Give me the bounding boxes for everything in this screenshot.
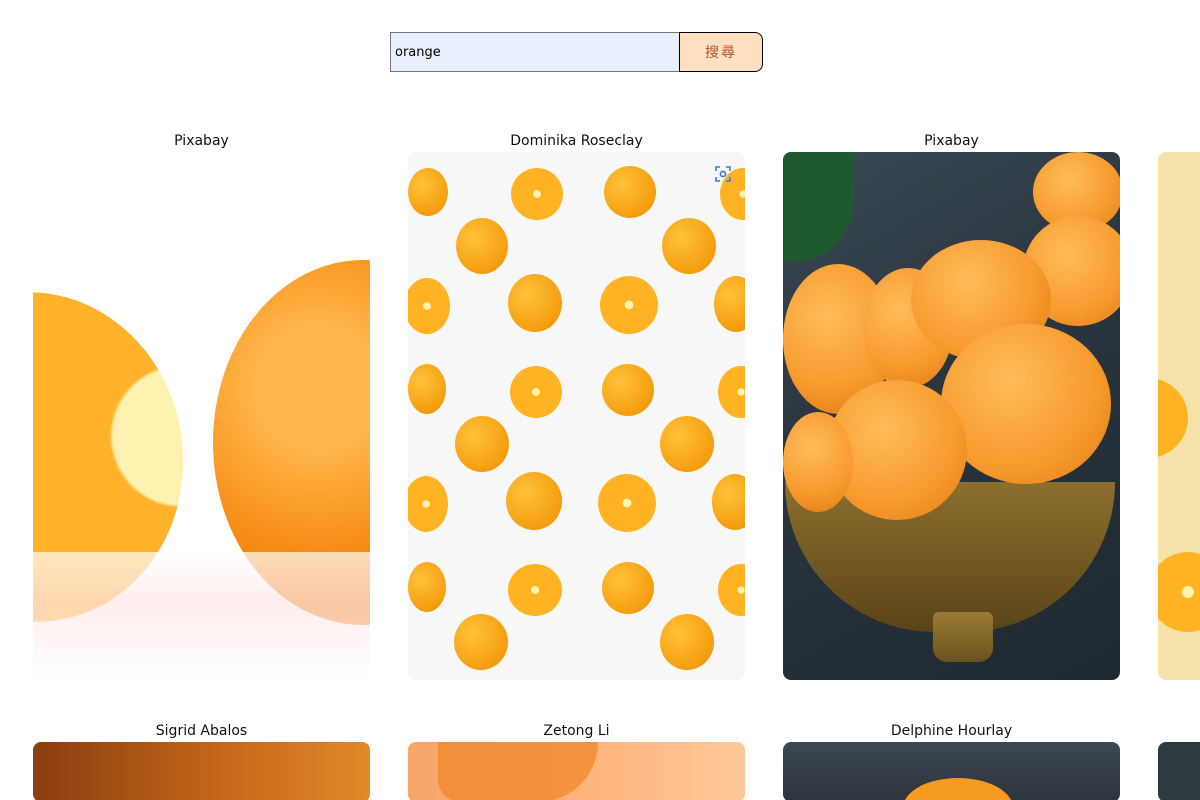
photo-image[interactable] (33, 742, 370, 800)
photo-author: Dominika Roseclay (510, 133, 643, 149)
photo-image[interactable] (408, 742, 745, 800)
photo-image[interactable] (33, 152, 370, 680)
photo-card[interactable]: Delphine Hourlay (783, 720, 1120, 800)
photo-image[interactable] (783, 742, 1120, 800)
photo-card[interactable]: Pixabay (33, 130, 370, 680)
photo-card[interactable] (1158, 130, 1200, 680)
photo-image[interactable] (1158, 742, 1200, 800)
search-input[interactable] (390, 32, 679, 72)
photo-card[interactable]: Sigrid Abalos (33, 720, 370, 800)
photo-card[interactable]: Dominika Roseclay (408, 130, 745, 680)
photo-image[interactable] (408, 152, 745, 680)
photo-card[interactable] (1158, 720, 1200, 800)
photo-image[interactable] (783, 152, 1120, 680)
photo-author: Zetong Li (543, 723, 610, 739)
photo-author: Pixabay (924, 133, 979, 149)
photo-author: Sigrid Abalos (155, 723, 248, 739)
photo-card[interactable]: Pixabay (783, 130, 1120, 680)
search-button[interactable]: 搜尋 (679, 32, 763, 72)
photo-card[interactable]: Zetong Li (408, 720, 745, 800)
photo-author: Delphine Hourlay (890, 723, 1013, 739)
photo-author: Pixabay (174, 133, 229, 149)
search-bar: 搜尋 (390, 32, 763, 72)
photo-image[interactable] (1158, 152, 1200, 680)
photo-search-page: 搜尋 Pixabay Dominika Roseclay (0, 0, 1200, 800)
scan-icon[interactable] (715, 166, 731, 182)
